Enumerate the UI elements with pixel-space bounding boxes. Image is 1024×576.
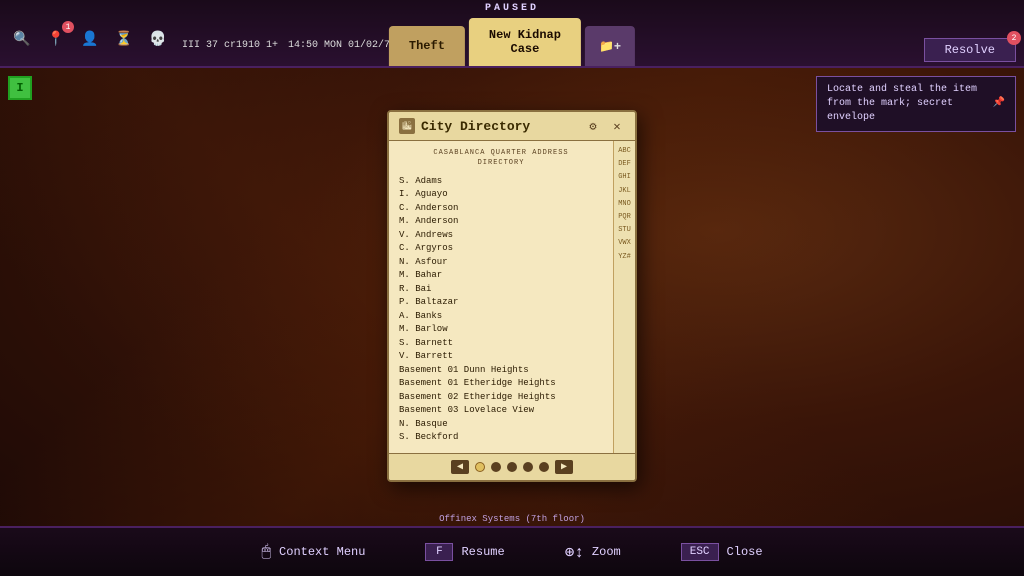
list-item[interactable]: S. Adams: [399, 175, 603, 189]
notification-tooltip: Locate and steal the item from the mark;…: [816, 76, 1016, 132]
tab-kidnap[interactable]: New KidnapCase: [469, 18, 581, 66]
time-text: 14:50 MON 01/02/79: [288, 40, 396, 51]
resume-key-badge[interactable]: F: [425, 543, 453, 561]
city-directory-card: 🏙 City Directory ⚙ ✕ CASABLANCA QUARTER …: [387, 110, 637, 482]
alpha-mno[interactable]: MNO: [616, 198, 633, 211]
directory-header-line1: CASABLANCA QUARTER ADDRESS: [399, 149, 603, 159]
tab-theft-label: Theft: [409, 39, 445, 53]
top-bar: PAUSED 🔍 📍 1 👤 ⏳ 💀 III 37 cr1910 1+ 14:5…: [0, 0, 1024, 68]
card-alphabet: ABC DEF GHI JKL MNO PQR STU VWX YZ#: [613, 141, 635, 453]
card-list: CASABLANCA QUARTER ADDRESS DIRECTORY S. …: [389, 141, 613, 453]
card-body: CASABLANCA QUARTER ADDRESS DIRECTORY S. …: [389, 141, 635, 453]
list-item[interactable]: C. Argyros: [399, 242, 603, 256]
page-dot-1[interactable]: [475, 462, 485, 472]
zoom-label: Zoom: [592, 545, 621, 559]
mouse-icon: 🖱: [261, 543, 271, 561]
page-dot-3[interactable]: [507, 462, 517, 472]
list-item[interactable]: V. Andrews: [399, 229, 603, 243]
page-dot-5[interactable]: [539, 462, 549, 472]
resolve-button[interactable]: Resolve 2: [924, 38, 1016, 62]
context-menu-label: Context Menu: [279, 545, 365, 559]
page-dot-4[interactable]: [523, 462, 533, 472]
paused-label: PAUSED: [485, 3, 539, 14]
stats-bar: III 37 cr1910 1+: [182, 28, 278, 51]
list-item[interactable]: N. Asfour: [399, 256, 603, 270]
timer-icon-btn[interactable]: ⏳: [110, 25, 138, 53]
map-icon-btn[interactable]: 📍 1: [42, 25, 70, 53]
page-dot-2[interactable]: [491, 462, 501, 472]
card-icon: 🏙: [399, 118, 415, 134]
stat-numbers: III 37 cr1910 1+: [182, 40, 278, 51]
tab-kidnap-label: New KidnapCase: [489, 28, 561, 57]
center-tabs: Theft New KidnapCase 📁+: [389, 18, 635, 66]
list-item[interactable]: M. Anderson: [399, 215, 603, 229]
zoom-action: ⊕↕ Zoom: [565, 542, 621, 562]
card-header-icons: ⚙ ✕: [585, 118, 625, 134]
card-footer: ◀ ▶: [389, 453, 635, 480]
resolve-label: Resolve: [945, 43, 995, 57]
list-item[interactable]: R. Bai: [399, 283, 603, 297]
list-item[interactable]: Basement 02 Etheridge Heights: [399, 391, 603, 405]
alpha-stu[interactable]: STU: [616, 224, 633, 237]
settings-icon[interactable]: ⚙: [585, 118, 601, 134]
context-menu-action: 🖱 Context Menu: [261, 543, 365, 561]
alpha-vwx[interactable]: VWX: [616, 237, 633, 250]
close-action: ESC Close: [681, 543, 763, 561]
resolve-badge: 2: [1007, 31, 1021, 45]
location-label: Offinex Systems (7th floor): [439, 514, 585, 524]
card-title-section: 🏙 City Directory: [399, 118, 530, 134]
green-symbol: I: [16, 81, 23, 95]
list-item[interactable]: A. Banks: [399, 310, 603, 324]
alpha-jkl[interactable]: JKL: [616, 185, 633, 198]
alpha-ghi[interactable]: GHI: [616, 171, 633, 184]
alpha-pqr[interactable]: PQR: [616, 211, 633, 224]
card-header: 🏙 City Directory ⚙ ✕: [389, 112, 635, 141]
directory-header: CASABLANCA QUARTER ADDRESS DIRECTORY: [399, 149, 603, 169]
close-card-icon[interactable]: ✕: [609, 118, 625, 134]
search-icon-btn[interactable]: 🔍: [8, 25, 36, 53]
list-item[interactable]: S. Beckford: [399, 431, 603, 445]
right-section: Resolve 2: [924, 38, 1016, 62]
notification-icon: 📌: [993, 97, 1005, 111]
list-item[interactable]: Basement 01 Dunn Heights: [399, 364, 603, 378]
card-title: City Directory: [421, 119, 530, 134]
resume-label: Resume: [461, 545, 504, 559]
list-item[interactable]: M. Barlow: [399, 323, 603, 337]
prev-page-arrow[interactable]: ◀: [451, 460, 469, 474]
entries-container: S. AdamsI. AguayoC. AndersonM. AndersonV…: [399, 175, 603, 445]
bottom-bar: 🖱 Context Menu F Resume ⊕↕ Zoom ESC Clos…: [0, 526, 1024, 576]
next-page-arrow[interactable]: ▶: [555, 460, 573, 474]
green-indicator: I: [8, 76, 32, 100]
list-item[interactable]: Basement 03 Lovelace View: [399, 404, 603, 418]
resume-action: F Resume: [425, 543, 504, 561]
tab-theft[interactable]: Theft: [389, 26, 465, 66]
zoom-icon: ⊕↕: [565, 542, 584, 562]
tab-folder-label: 📁+: [599, 39, 621, 54]
list-item[interactable]: M. Bahar: [399, 269, 603, 283]
close-key-badge[interactable]: ESC: [681, 543, 719, 561]
location-text: Offinex Systems (7th floor): [439, 514, 585, 524]
time-display: 14:50 MON 01/02/79: [288, 28, 396, 51]
alpha-yz[interactable]: YZ#: [616, 251, 633, 264]
map-badge: 1: [62, 21, 74, 33]
skull-icon-btn[interactable]: 💀: [144, 25, 172, 53]
directory-header-line2: DIRECTORY: [399, 159, 603, 169]
alpha-abc[interactable]: ABC: [616, 145, 633, 158]
notification-text: Locate and steal the item from the mark;…: [827, 83, 987, 125]
list-item[interactable]: Basement 01 Etheridge Heights: [399, 377, 603, 391]
alpha-def[interactable]: DEF: [616, 158, 633, 171]
list-item[interactable]: C. Anderson: [399, 202, 603, 216]
list-item[interactable]: N. Basque: [399, 418, 603, 432]
list-item[interactable]: S. Barnett: [399, 337, 603, 351]
agent-icon-btn[interactable]: 👤: [76, 25, 104, 53]
list-item[interactable]: P. Baltazar: [399, 296, 603, 310]
list-item[interactable]: I. Aguayo: [399, 188, 603, 202]
list-item[interactable]: V. Barrett: [399, 350, 603, 364]
close-label: Close: [727, 545, 763, 559]
tab-folder[interactable]: 📁+: [585, 26, 635, 66]
